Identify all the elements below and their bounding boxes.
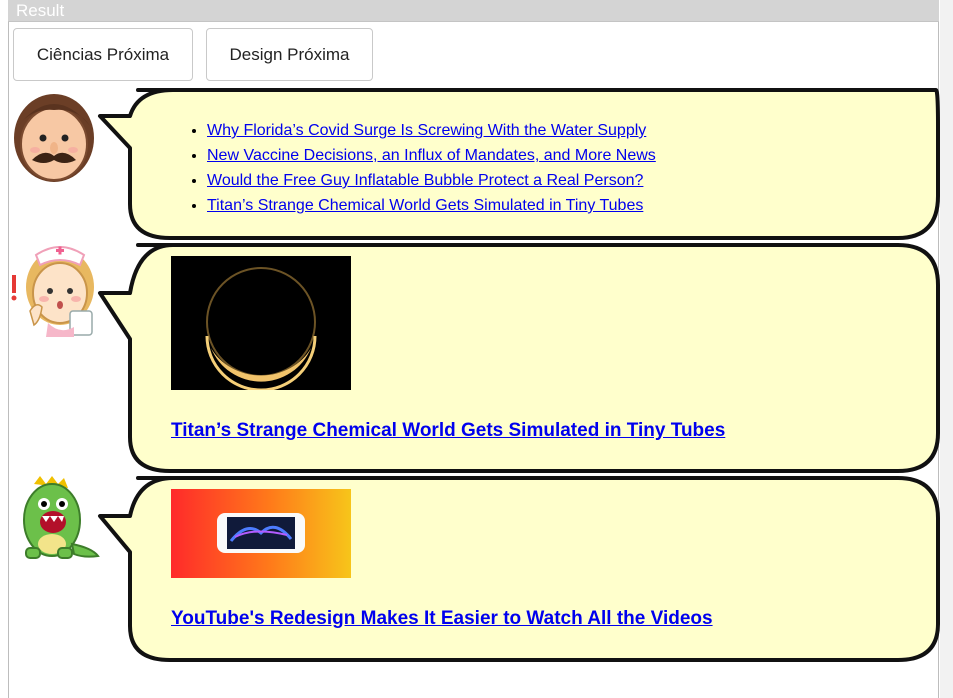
list-item: New Vaccine Decisions, an Influx of Mand… (207, 143, 656, 168)
nurse-avatar-icon (8, 241, 100, 342)
list-item: Why Florida’s Covid Surge Is Screwing Wi… (207, 118, 656, 143)
titan-thumbnail-image[interactable] (171, 256, 351, 390)
list-item: Titan’s Strange Chemical World Gets Simu… (207, 193, 656, 218)
tab-design-proxima[interactable]: Design Próxima (206, 28, 373, 81)
green-monster-avatar-icon (8, 474, 100, 567)
scrollbar-track[interactable] (940, 0, 953, 698)
news-link-1[interactable]: Why Florida’s Covid Surge Is Screwing Wi… (207, 122, 646, 139)
news-link-2[interactable]: New Vaccine Decisions, an Influx of Mand… (207, 147, 656, 164)
list-item: Would the Free Guy Inflatable Bubble Pro… (207, 168, 656, 193)
youtube-headline-link[interactable]: YouTube's Redesign Makes It Easier to Wa… (171, 608, 713, 630)
news-link-list: Why Florida’s Covid Surge Is Screwing Wi… (177, 118, 656, 218)
mustache-man-avatar-icon (8, 86, 100, 189)
titan-headline-link[interactable]: Titan’s Strange Chemical World Gets Simu… (171, 420, 725, 442)
youtube-thumbnail-image[interactable] (171, 489, 351, 578)
result-title-bar: Result (8, 0, 939, 22)
tab-ciencias-proxima[interactable]: Ciências Próxima (13, 28, 193, 81)
news-link-3[interactable]: Would the Free Guy Inflatable Bubble Pro… (207, 172, 643, 189)
news-link-4[interactable]: Titan’s Strange Chemical World Gets Simu… (207, 197, 643, 214)
result-label: Result (16, 1, 65, 20)
